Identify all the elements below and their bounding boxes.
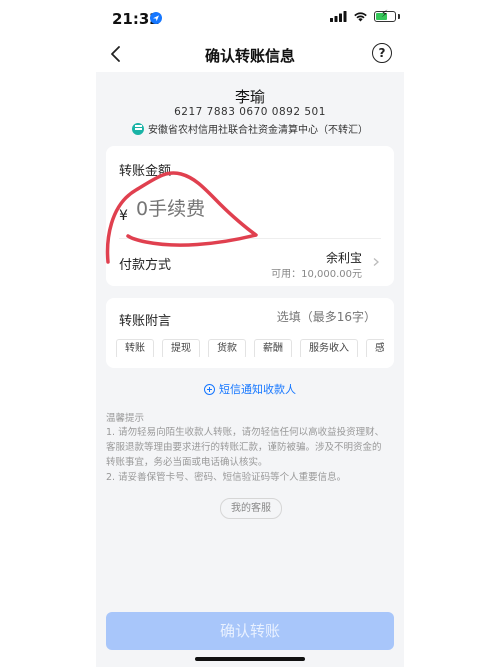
tips-line: 客服退款等理由要求进行的转账汇款，谨防被骗。涉及不明资金的	[106, 442, 382, 453]
battery-icon: ⚡	[374, 9, 396, 22]
payee-bank-row: 安徽省农村信用社联合社资金清算中心（不转汇）	[96, 121, 404, 136]
payment-method-name[interactable]: 余利宝	[280, 249, 362, 266]
battery-tip	[398, 14, 400, 19]
wifi-icon	[354, 12, 367, 22]
memo-label: 转账附言	[119, 314, 172, 329]
payee-card-number: 6217 7883 0670 0892 501	[174, 106, 326, 118]
memo-tag[interactable]: 提现	[162, 339, 200, 357]
sms-notify-label: 短信通知收款人	[219, 383, 296, 396]
tips-line: 1. 请勿轻易向陌生收款人转账，请勿轻信任何以高收益投资理财、	[106, 427, 385, 438]
memo-input[interactable]	[260, 310, 376, 324]
tips-line: 转账事宜，务必当面或电话确认核实。	[106, 457, 268, 468]
help-button[interactable]: ?	[372, 43, 392, 63]
location-icon	[150, 12, 162, 24]
memo-tag[interactable]: 货款	[208, 339, 246, 357]
chevron-right-icon[interactable]	[372, 256, 380, 268]
payee-name: 李瑜	[234, 88, 265, 106]
payee-bank-name: 安徽省农村信用社联合社资金清算中心（不转汇）	[148, 125, 368, 136]
signal-icon	[330, 11, 347, 22]
bank-icon	[132, 122, 144, 135]
plus-circle-icon	[204, 383, 215, 395]
customer-service-button[interactable]: 我的客服	[220, 498, 282, 519]
memo-tag[interactable]: 服务收入	[300, 339, 358, 357]
memo-card	[106, 298, 394, 368]
page-title: 确认转账信息	[204, 47, 295, 65]
help-icon: ?	[378, 46, 386, 60]
tips-body: 1. 请勿轻易向陌生收款人转账，请勿轻信任何以高收益投资理财、 客服退款等理由要…	[106, 425, 398, 485]
memo-tag[interactable]: 转账	[116, 339, 154, 357]
status-indicators: ⚡	[330, 9, 400, 22]
home-indicator	[195, 657, 305, 661]
payment-method-balance: 可用：10,000.00元	[271, 269, 362, 280]
tips-title: 温馨提示	[106, 413, 145, 424]
handwritten-scribble	[105, 171, 258, 264]
tips-line: 2. 请妥善保管卡号、密码、短信验证码等个人重要信息。	[106, 472, 347, 483]
memo-tags: 转账 提现 货款 薪酬 服务收入 感	[116, 339, 384, 357]
memo-tag[interactable]: 薪酬	[254, 339, 292, 357]
sms-notify-link[interactable]: 短信通知收款人	[96, 381, 404, 397]
memo-tag[interactable]: 感	[366, 339, 384, 357]
confirm-transfer-button[interactable]: 确认转账	[106, 612, 394, 650]
